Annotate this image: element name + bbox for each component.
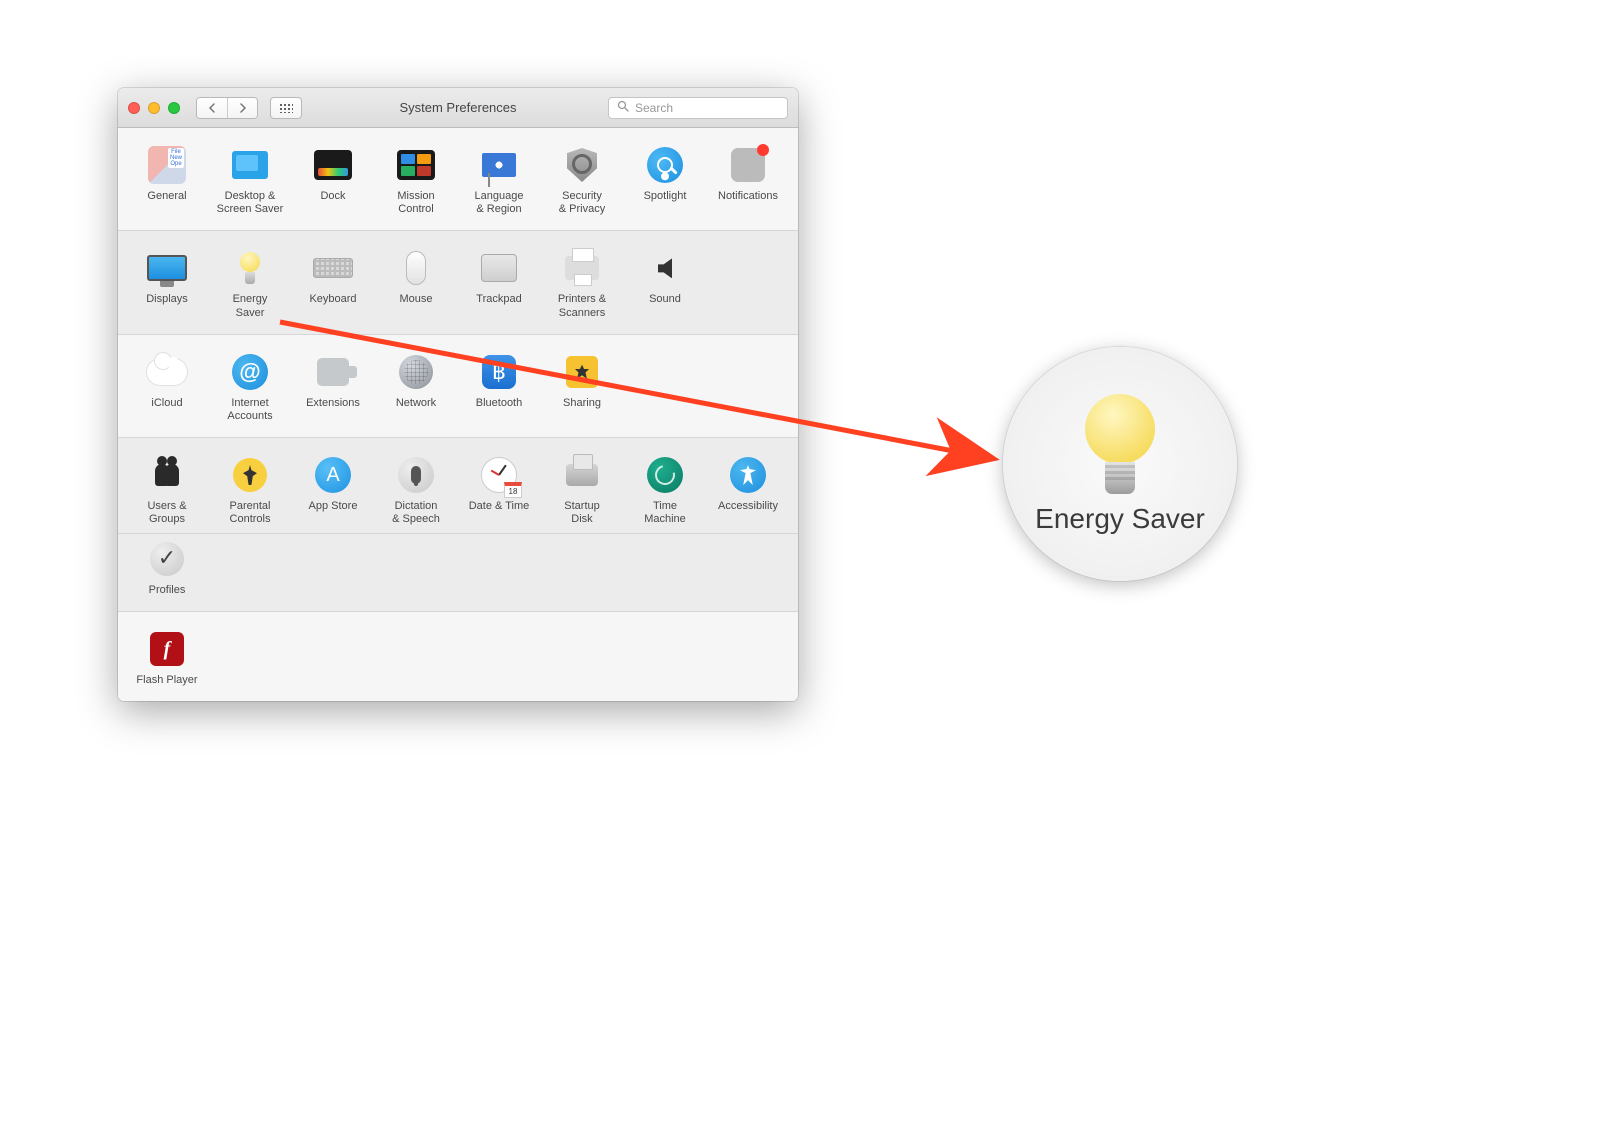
date-time-icon: 18 (481, 457, 517, 493)
bulb-base-icon (1105, 462, 1135, 494)
mouse-icon (406, 251, 426, 285)
section-system-2: ✓Profiles (118, 534, 798, 612)
displays-icon (147, 255, 187, 281)
pref-general[interactable]: General (126, 140, 208, 218)
accessibility-icon (730, 457, 766, 493)
pref-sound[interactable]: Sound (624, 243, 706, 321)
pref-mission-control[interactable]: Mission Control (375, 140, 457, 218)
pref-users-groups[interactable]: Users & Groups (126, 450, 208, 528)
search-field[interactable]: Search (608, 97, 788, 119)
pref-displays[interactable]: Displays (126, 243, 208, 321)
pref-mouse[interactable]: Mouse (375, 243, 457, 321)
search-icon (617, 100, 629, 115)
back-button[interactable] (197, 98, 227, 118)
section-personal: General Desktop & Screen Saver Dock Miss… (118, 128, 798, 231)
pref-dock[interactable]: Dock (292, 140, 374, 218)
language-icon (482, 153, 516, 177)
sound-icon (658, 258, 672, 278)
search-placeholder: Search (635, 101, 673, 115)
parental-icon (233, 458, 267, 492)
callout-label: Energy Saver (1035, 504, 1205, 535)
section-hardware: Displays Energy Saver Keyboard Mouse Tra… (118, 231, 798, 334)
general-icon (148, 146, 186, 184)
startup-disk-icon (566, 464, 598, 486)
spotlight-icon (647, 147, 683, 183)
pref-spotlight[interactable]: Spotlight (624, 140, 706, 218)
extensions-icon (317, 358, 349, 386)
security-icon (567, 148, 597, 182)
section-other: fFlash Player (118, 612, 798, 701)
sharing-icon (566, 356, 598, 388)
section-system: Users & Groups Parental Controls AApp St… (118, 438, 798, 533)
titlebar: System Preferences Search (118, 88, 798, 128)
pref-dictation-speech[interactable]: Dictation & Speech (375, 450, 457, 528)
notifications-icon (731, 148, 765, 182)
pref-bluetooth[interactable]: ฿Bluetooth (458, 347, 540, 425)
bluetooth-icon: ฿ (482, 355, 516, 389)
window-title: System Preferences (399, 100, 516, 115)
pref-app-store[interactable]: AApp Store (292, 450, 374, 528)
pref-internet-accounts[interactable]: @Internet Accounts (209, 347, 291, 425)
close-button[interactable] (128, 102, 140, 114)
show-all-button[interactable] (270, 97, 302, 119)
pref-energy-saver[interactable]: Energy Saver (209, 243, 291, 321)
pref-parental-controls[interactable]: Parental Controls (209, 450, 291, 528)
network-icon (399, 355, 433, 389)
pref-flash-player[interactable]: fFlash Player (126, 624, 208, 689)
pref-startup-disk[interactable]: Startup Disk (541, 450, 623, 528)
energy-saver-icon (240, 252, 260, 284)
pref-trackpad[interactable]: Trackpad (458, 243, 540, 321)
keyboard-icon (313, 258, 353, 278)
users-icon (155, 464, 179, 486)
callout-energy-saver: Energy Saver (1003, 347, 1237, 581)
pref-profiles[interactable]: ✓Profiles (126, 534, 208, 599)
pref-notifications[interactable]: Notifications (707, 140, 789, 218)
desktop-icon (232, 151, 268, 179)
pref-sharing[interactable]: Sharing (541, 347, 623, 425)
icloud-icon (147, 359, 187, 385)
pref-date-time[interactable]: 18Date & Time (458, 450, 540, 528)
pref-time-machine[interactable]: Time Machine (624, 450, 706, 528)
pref-security-privacy[interactable]: Security & Privacy (541, 140, 623, 218)
trackpad-icon (481, 254, 517, 282)
lightbulb-icon (1085, 394, 1155, 464)
window-controls (128, 102, 180, 114)
zoom-button[interactable] (168, 102, 180, 114)
internet-accounts-icon: @ (232, 354, 268, 390)
mission-control-icon (397, 150, 435, 180)
pref-icloud[interactable]: iCloud (126, 347, 208, 425)
pref-desktop-screen-saver[interactable]: Desktop & Screen Saver (209, 140, 291, 218)
printers-icon (565, 256, 599, 280)
minimize-button[interactable] (148, 102, 160, 114)
pref-printers-scanners[interactable]: Printers & Scanners (541, 243, 623, 321)
grid-icon (279, 103, 293, 113)
flash-player-icon: f (150, 632, 184, 666)
app-store-icon: A (315, 457, 351, 493)
section-internet: iCloud @Internet Accounts Extensions Net… (118, 335, 798, 438)
nav-back-forward (196, 97, 258, 119)
pref-accessibility[interactable]: Accessibility (707, 450, 789, 528)
pref-keyboard[interactable]: Keyboard (292, 243, 374, 321)
dock-icon (314, 150, 352, 180)
pref-language-region[interactable]: Language & Region (458, 140, 540, 218)
pref-network[interactable]: Network (375, 347, 457, 425)
profiles-icon: ✓ (150, 542, 184, 576)
system-preferences-window: System Preferences Search General Deskto… (118, 88, 798, 701)
time-machine-icon (647, 457, 683, 493)
dictation-icon (398, 457, 434, 493)
pref-extensions[interactable]: Extensions (292, 347, 374, 425)
forward-button[interactable] (227, 98, 257, 118)
